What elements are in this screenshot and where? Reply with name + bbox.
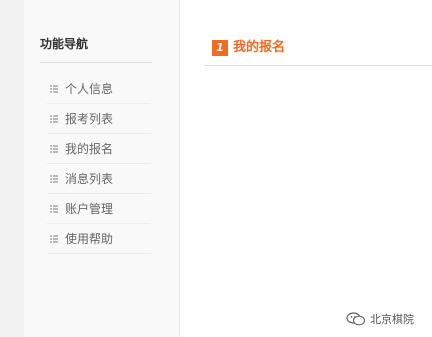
sidebar-item-exam-list[interactable]: 报考列表 xyxy=(47,104,151,134)
page: 功能导航 个人信息 报考列表 我的报名 消息列表 账户管理 使用帮助 1 我的报… xyxy=(0,0,432,337)
list-icon xyxy=(50,114,58,123)
nav-title: 功能导航 xyxy=(40,37,89,51)
sidebar-item-label: 账户管理 xyxy=(65,201,114,216)
list-icon xyxy=(50,84,58,93)
sidebar-item-label: 消息列表 xyxy=(65,171,114,186)
list-icon xyxy=(50,144,58,153)
watermark: 北京棋院 xyxy=(346,311,414,327)
sidebar-item-personal-info[interactable]: 个人信息 xyxy=(47,74,151,104)
section-number-badge: 1 xyxy=(212,40,228,56)
sidebar-item-my-registration[interactable]: 我的报名 xyxy=(47,134,151,164)
wechat-icon xyxy=(346,312,366,326)
sidebar-item-label: 使用帮助 xyxy=(65,231,114,246)
list-icon xyxy=(50,174,58,183)
main-content: 1 我的报名 xyxy=(180,0,432,337)
sidebar: 功能导航 个人信息 报考列表 我的报名 消息列表 账户管理 使用帮助 xyxy=(24,0,180,337)
watermark-text: 北京棋院 xyxy=(370,313,414,326)
section-header: 1 我的报名 xyxy=(204,37,432,66)
sidebar-item-help[interactable]: 使用帮助 xyxy=(47,224,151,254)
page-title: 我的报名 xyxy=(233,40,286,55)
list-icon xyxy=(50,234,58,243)
sidebar-item-label: 我的报名 xyxy=(65,141,114,156)
list-icon xyxy=(50,204,58,213)
nav-divider xyxy=(40,62,152,63)
sidebar-item-label: 报考列表 xyxy=(65,111,114,126)
sidebar-item-label: 个人信息 xyxy=(65,81,114,96)
nav-list: 个人信息 报考列表 我的报名 消息列表 账户管理 使用帮助 xyxy=(47,74,151,254)
sidebar-item-account[interactable]: 账户管理 xyxy=(47,194,151,224)
sidebar-item-messages[interactable]: 消息列表 xyxy=(47,164,151,194)
